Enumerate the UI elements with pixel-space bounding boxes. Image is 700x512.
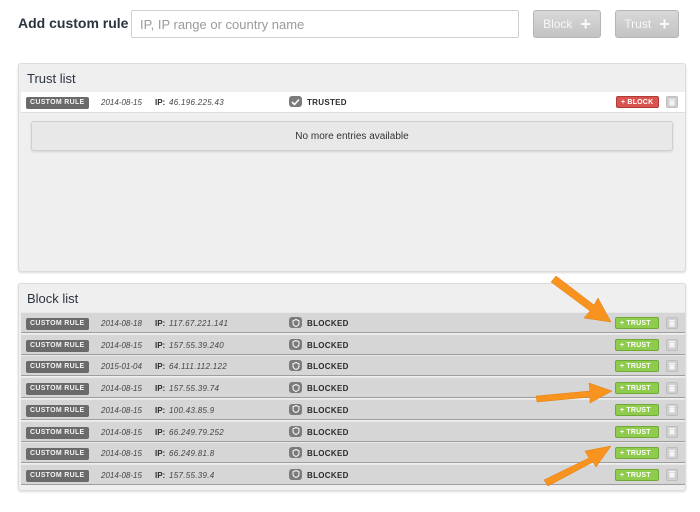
shield-icon <box>289 317 302 328</box>
ip-label: IP: <box>155 470 166 480</box>
rule-date: 2014-08-15 <box>101 470 142 480</box>
table-row: CUSTOM RULE 2014-08-15 IP: 46.196.225.43… <box>21 92 685 113</box>
custom-rule-badge: CUSTOM RULE <box>26 339 89 352</box>
rule-date: 2014-08-15 <box>101 384 142 394</box>
trust-ip-button[interactable]: + TRUST <box>615 403 659 416</box>
custom-rule-badge: CUSTOM RULE <box>26 448 89 461</box>
ip-value: 64.111.112.122 <box>169 362 228 372</box>
table-row: CUSTOM RULE 2014-08-15 IP: 66.249.81.8 BLOCK… <box>21 442 685 464</box>
trash-icon[interactable] <box>666 447 678 460</box>
status-text: BLOCKED <box>307 362 349 372</box>
ip-label: IP: <box>155 98 166 107</box>
custom-rule-badge: CUSTOM RULE <box>26 318 89 330</box>
trust-list-panel: Trust list CUSTOM RULE 2014-08-15 IP: 46… <box>18 63 686 272</box>
shield-icon <box>289 360 302 372</box>
shield-icon <box>289 468 302 480</box>
ip-value: 100.43.85.9 <box>169 405 215 415</box>
add-rule-title: Add custom rule <box>18 15 129 31</box>
ip-label: IP: <box>155 449 166 459</box>
shield-icon <box>289 338 302 350</box>
table-row: CUSTOM RULE 2014-08-15 IP: 66.249.79.252 BLO… <box>21 420 685 442</box>
trust-ip-button[interactable]: + TRUST <box>615 468 659 481</box>
trash-icon[interactable] <box>666 96 678 108</box>
ip-label: IP: <box>155 362 166 372</box>
ip-label: IP: <box>155 384 166 394</box>
table-row: CUSTOM RULE 2014-08-15 IP: 157.55.39.240 BLO… <box>21 333 685 355</box>
trash-icon[interactable] <box>666 360 678 373</box>
ip-value: 46.196.225.43 <box>169 98 225 107</box>
plus-icon: + <box>580 14 591 34</box>
rule-date: 2014-08-15 <box>101 449 142 459</box>
trash-icon[interactable] <box>666 468 678 481</box>
status-text: BLOCKED <box>307 319 349 328</box>
status-text: BLOCKED <box>307 405 349 415</box>
check-icon <box>289 96 302 107</box>
trust-button[interactable]: Trust + <box>615 10 679 38</box>
table-row: CUSTOM RULE 2014-08-15 IP: 157.55.39.4 BLOCK… <box>21 463 685 485</box>
block-ip-button[interactable]: + BLOCK <box>616 96 659 108</box>
rule-input[interactable] <box>131 10 519 38</box>
custom-rule-badge: CUSTOM RULE <box>26 383 89 396</box>
table-row: CUSTOM RULE 2014-08-15 IP: 157.55.39.74 BLOC… <box>21 377 685 399</box>
ip-value: 66.249.79.252 <box>169 427 225 437</box>
rule-date: 2014-08-15 <box>101 405 142 415</box>
shield-icon <box>289 447 302 459</box>
ip-label: IP: <box>155 405 166 415</box>
status-text: BLOCKED <box>307 470 349 480</box>
ip-label: IP: <box>155 340 166 350</box>
ip-value: 157.55.39.74 <box>169 384 220 394</box>
trust-list-title: Trust list <box>27 71 76 86</box>
block-button-label: Block <box>543 17 573 31</box>
status-text: BLOCKED <box>307 340 349 350</box>
trust-ip-button[interactable]: + TRUST <box>615 338 659 351</box>
trash-icon[interactable] <box>666 403 678 416</box>
rule-date: 2014-08-15 <box>101 340 142 350</box>
ip-value: 157.55.39.4 <box>169 470 215 480</box>
trust-ip-button[interactable]: + TRUST <box>615 382 659 395</box>
custom-rule-badge: CUSTOM RULE <box>26 469 89 482</box>
custom-rule-badge: CUSTOM RULE <box>26 404 89 417</box>
trash-icon[interactable] <box>666 317 678 329</box>
block-button[interactable]: Block + <box>533 10 601 38</box>
custom-rule-badge: CUSTOM RULE <box>26 361 89 374</box>
custom-rule-badge: CUSTOM RULE <box>26 426 89 439</box>
trust-ip-button[interactable]: + TRUST <box>615 425 659 438</box>
custom-rule-badge: CUSTOM RULE <box>26 97 89 109</box>
rule-date: 2014-08-15 <box>101 98 142 107</box>
shield-icon <box>289 425 302 437</box>
add-rule-bar: Add custom rule Block + Trust + <box>0 0 700 48</box>
shield-icon <box>289 403 302 415</box>
ip-value: 66.249.81.8 <box>169 449 215 459</box>
status-text: TRUSTED <box>307 98 347 107</box>
ip-value: 157.55.39.240 <box>169 340 225 350</box>
table-row: CUSTOM RULE 2015-01-04 IP: 64.111.112.122 BL… <box>21 355 685 377</box>
status-text: BLOCKED <box>307 449 349 459</box>
ip-value: 117.67.221.141 <box>169 319 229 328</box>
trash-icon[interactable] <box>666 425 678 438</box>
status-text: BLOCKED <box>307 384 349 394</box>
block-list-panel: Block list CUSTOM RULE 2014-08-18 IP: 117.6… <box>18 283 686 491</box>
table-row: CUSTOM RULE 2014-08-15 IP: 100.43.85.9 BLOCK… <box>21 398 685 420</box>
rule-date: 2014-08-18 <box>101 319 142 328</box>
shield-icon <box>289 382 302 394</box>
trust-ip-button[interactable]: + TRUST <box>615 317 659 329</box>
trash-icon[interactable] <box>666 382 678 395</box>
table-row: CUSTOM RULE 2014-08-18 IP: 117.67.221.141 BL… <box>21 312 685 333</box>
block-list-title: Block list <box>27 291 79 306</box>
no-more-entries: No more entries available <box>31 121 673 151</box>
plus-icon: + <box>659 14 670 34</box>
rule-date: 2014-08-15 <box>101 427 142 437</box>
ip-label: IP: <box>155 427 166 437</box>
trust-ip-button[interactable]: + TRUST <box>615 447 659 460</box>
trash-icon[interactable] <box>666 338 678 351</box>
trust-ip-button[interactable]: + TRUST <box>615 360 659 373</box>
trust-button-label: Trust <box>624 17 652 31</box>
rule-date: 2015-01-04 <box>101 362 142 372</box>
status-text: BLOCKED <box>307 427 349 437</box>
ip-label: IP: <box>155 319 166 328</box>
